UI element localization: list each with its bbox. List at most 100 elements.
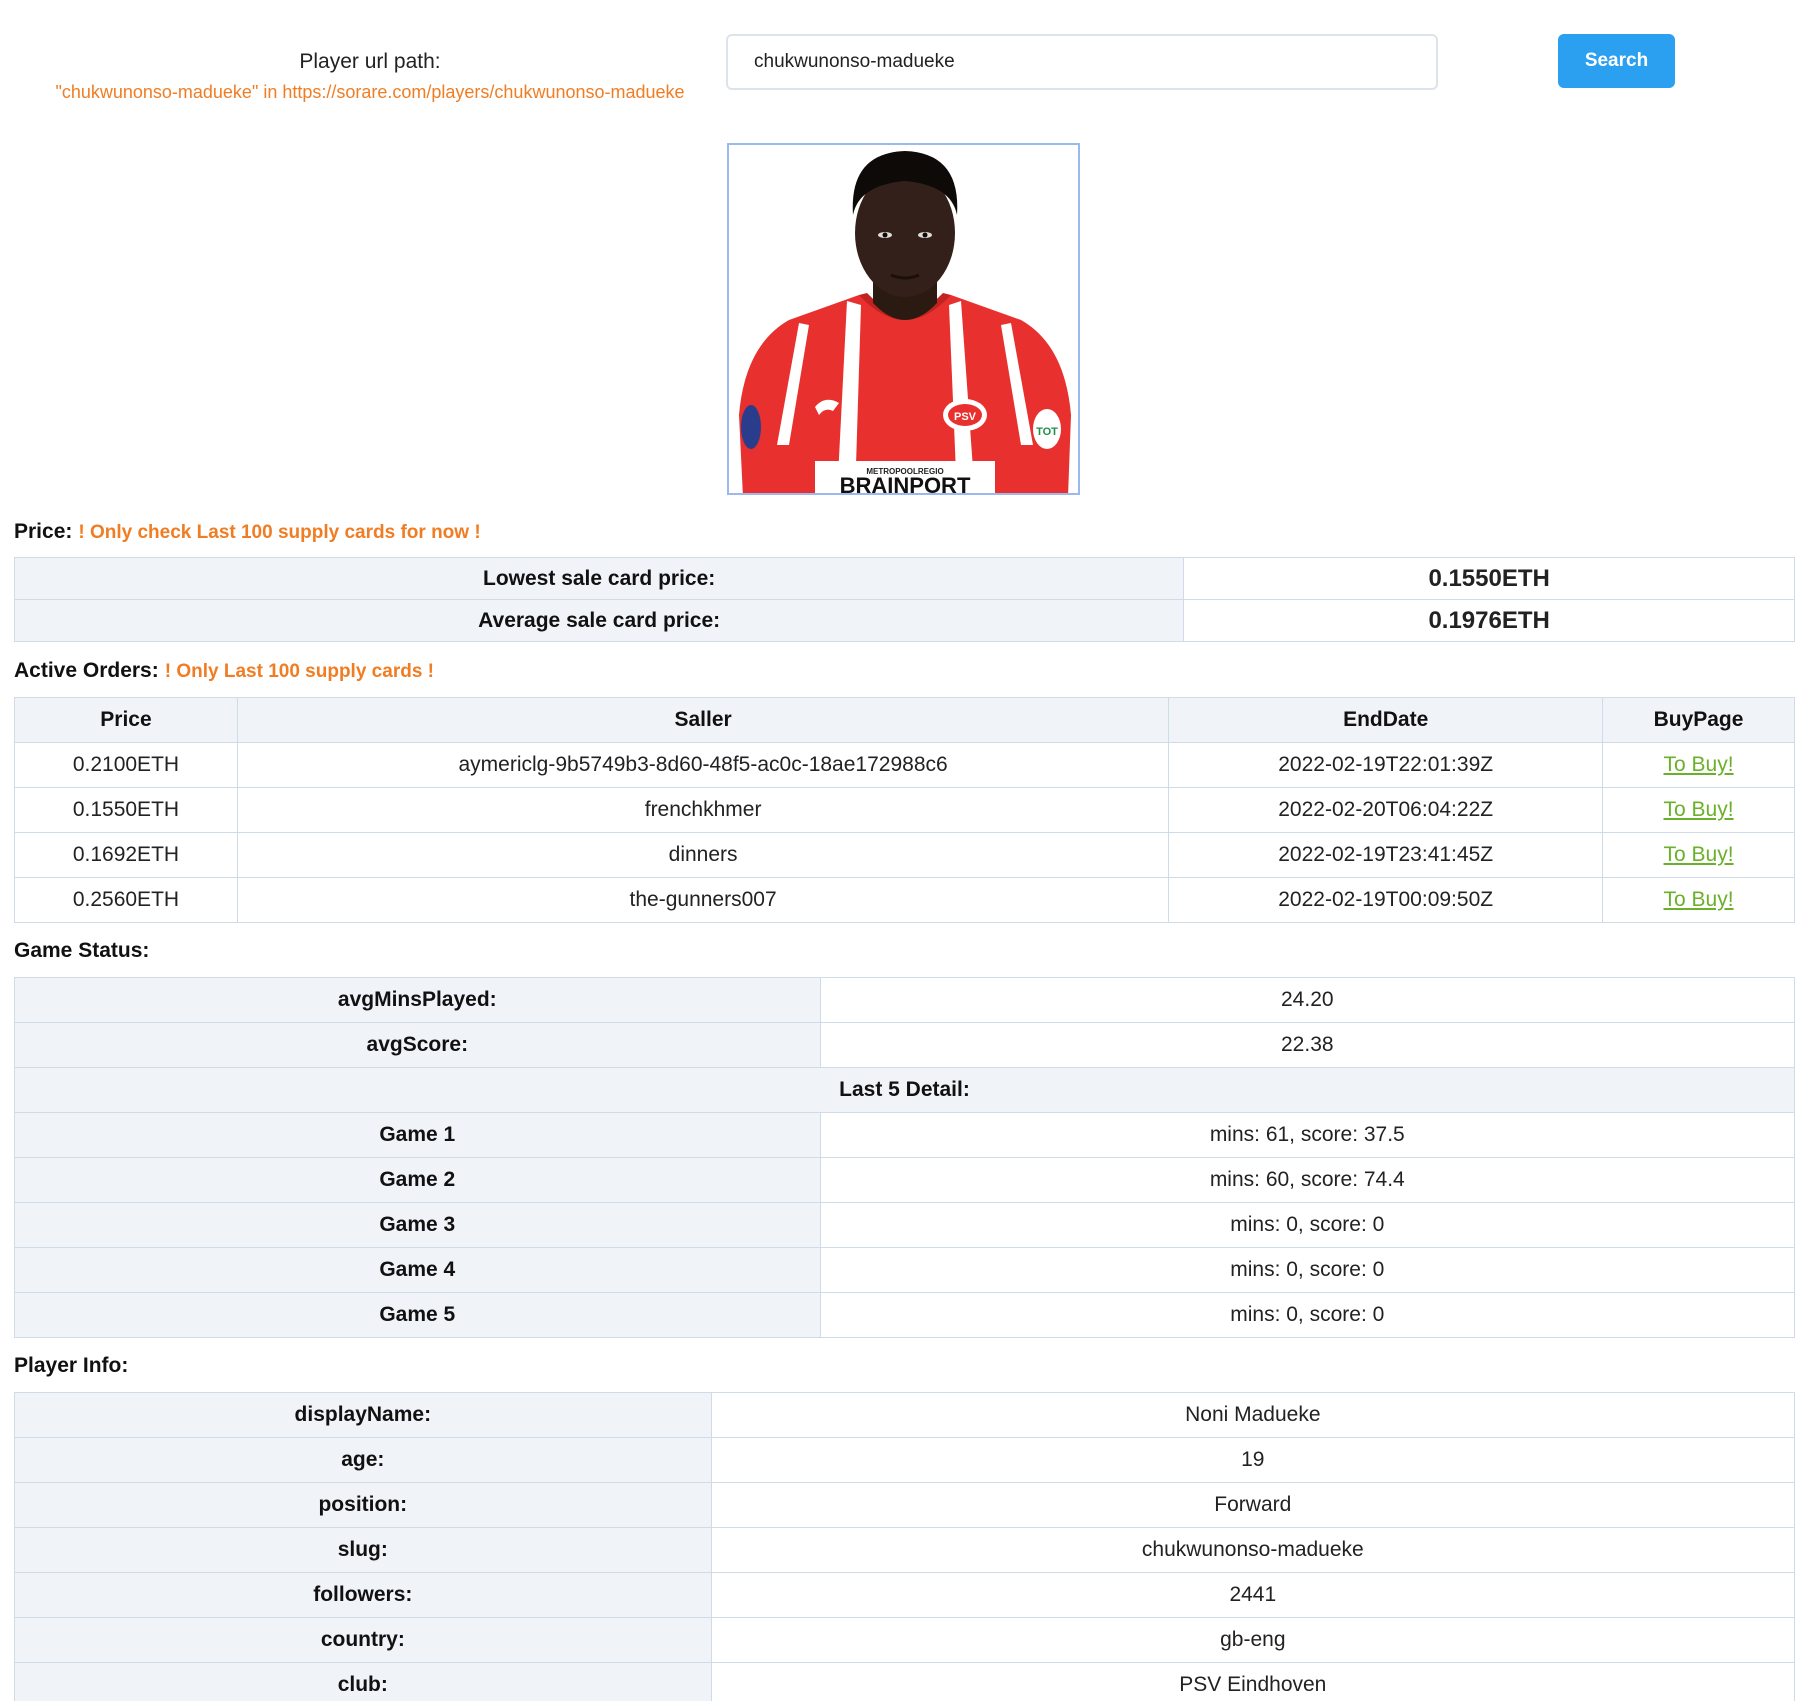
search-button[interactable]: Search [1558,34,1675,88]
orders-section-title: Active Orders:! Only Last 100 supply car… [14,659,434,683]
game-value: mins: 0, score: 0 [819,1247,1796,1293]
price-title: Price: [14,520,73,543]
average-price-label: Average sale card price: [13,599,1185,642]
info-label: followers: [14,1572,712,1618]
info-value: chukwunonso-madueke [710,1527,1796,1573]
orders-table: Price Saller EndDate BuyPage 0.2100ETH a… [14,697,1795,923]
url-path-label: Player url path: [299,50,441,73]
table-row: 0.2560ETH the-gunners007 2022-02-19T00:0… [14,877,1795,923]
col-header-seller: Saller [236,697,1170,743]
game-label: Game 4 [14,1247,821,1293]
table-row: Game 2 mins: 60, score: 74.4 [14,1157,1796,1203]
buy-link[interactable]: To Buy! [1664,753,1734,776]
col-header-buypage: BuyPage [1602,697,1795,743]
order-price: 0.1550ETH [14,787,238,833]
info-value: gb-eng [710,1617,1796,1663]
order-buy-cell: To Buy! [1602,787,1795,833]
info-value: 2441 [710,1572,1796,1618]
avg-mins-value: 24.20 [819,977,1796,1023]
order-seller: aymericlg-9b5749b3-8d60-48f5-ac0c-18ae17… [236,742,1170,788]
sponsor-text: BRAINPORT [840,473,971,495]
info-label: displayName: [14,1392,712,1438]
game-status-table: avgMinsPlayed: 24.20 avgScore: 22.38 Las… [14,977,1796,1338]
info-label: country: [14,1617,712,1663]
table-row: 0.2100ETH aymericlg-9b5749b3-8d60-48f5-a… [14,742,1795,788]
club-badge-text: PSV [954,411,977,423]
table-row: 0.1550ETH frenchkhmer 2022-02-20T06:04:2… [14,787,1795,833]
game-value: mins: 61, score: 37.5 [819,1112,1796,1158]
buy-link[interactable]: To Buy! [1664,843,1734,866]
lowest-price-label: Lowest sale card price: [13,557,1185,600]
last5-header-row: Last 5 Detail: [14,1067,1795,1113]
table-row: slug: chukwunonso-madueke [14,1527,1796,1573]
buy-link[interactable]: To Buy! [1664,798,1734,821]
buy-link[interactable]: To Buy! [1664,888,1734,911]
orders-title: Active Orders: [14,659,159,682]
info-value: Noni Madueke [710,1392,1796,1438]
game-value: mins: 0, score: 0 [819,1292,1796,1338]
player-portrait-image: PSV METROPOOLREGIO BRAINPORT TOT [729,145,1078,495]
order-seller: dinners [236,832,1170,878]
table-row: country: gb-eng [14,1617,1796,1663]
sleeve-patch-text: TOT [1036,426,1058,438]
price-row-average: Average sale card price: 0.1976ETH [13,599,1795,642]
game-status-title: Game Status: [14,939,150,962]
order-seller: frenchkhmer [236,787,1170,833]
order-price: 0.1692ETH [14,832,238,878]
avg-mins-label: avgMinsPlayed: [14,977,821,1023]
table-row: 0.1692ETH dinners 2022-02-19T23:41:45Z T… [14,832,1795,878]
order-end-date: 2022-02-19T00:09:50Z [1168,877,1604,923]
info-label: position: [14,1482,712,1528]
info-value: PSV Eindhoven [710,1662,1796,1701]
last5-label: Last 5 Detail: [14,1067,1795,1113]
order-end-date: 2022-02-19T22:01:39Z [1168,742,1604,788]
col-header-price: Price [14,697,238,743]
price-row-lowest: Lowest sale card price: 0.1550ETH [13,557,1795,600]
table-row: Game 3 mins: 0, score: 0 [14,1202,1796,1248]
player-slug-input[interactable] [726,34,1438,90]
avg-score-row: avgScore: 22.38 [14,1022,1796,1068]
game-value: mins: 0, score: 0 [819,1202,1796,1248]
game-label: Game 2 [14,1157,821,1203]
order-buy-cell: To Buy! [1602,742,1795,788]
order-end-date: 2022-02-20T06:04:22Z [1168,787,1604,833]
info-label: slug: [14,1527,712,1573]
order-end-date: 2022-02-19T23:41:45Z [1168,832,1604,878]
table-row: position: Forward [14,1482,1796,1528]
table-row: followers: 2441 [14,1572,1796,1618]
url-path-hint: "chukwunonso-madueke" in https://sorare.… [55,82,685,102]
order-price: 0.2100ETH [14,742,238,788]
avg-mins-row: avgMinsPlayed: 24.20 [14,977,1796,1023]
lowest-price-value: 0.1550ETH [1183,557,1795,600]
player-info-title: Player Info: [14,1354,129,1377]
table-row: Game 5 mins: 0, score: 0 [14,1292,1796,1338]
order-price: 0.2560ETH [14,877,238,923]
orders-warning: ! Only Last 100 supply cards ! [164,661,434,682]
info-label: age: [14,1437,712,1483]
price-table: Lowest sale card price: 0.1550ETH Averag… [13,557,1795,642]
orders-header-row: Price Saller EndDate BuyPage [14,697,1795,743]
game-label: Game 3 [14,1202,821,1248]
table-row: Game 4 mins: 0, score: 0 [14,1247,1796,1293]
price-section-title: Price:! Only check Last 100 supply cards… [14,520,481,544]
player-info-table: displayName: Noni Madueke age: 19 positi… [14,1392,1796,1701]
game-label: Game 5 [14,1292,821,1338]
table-row: club: PSV Eindhoven [14,1662,1796,1701]
order-seller: the-gunners007 [236,877,1170,923]
game-value: mins: 60, score: 74.4 [819,1157,1796,1203]
table-row: Game 1 mins: 61, score: 37.5 [14,1112,1796,1158]
avg-score-label: avgScore: [14,1022,821,1068]
order-buy-cell: To Buy! [1602,877,1795,923]
table-row: age: 19 [14,1437,1796,1483]
info-value: 19 [710,1437,1796,1483]
average-price-value: 0.1976ETH [1183,599,1795,642]
info-value: Forward [710,1482,1796,1528]
avg-score-value: 22.38 [819,1022,1796,1068]
order-buy-cell: To Buy! [1602,832,1795,878]
price-warning: ! Only check Last 100 supply cards for n… [78,522,481,543]
col-header-enddate: EndDate [1168,697,1604,743]
game-label: Game 1 [14,1112,821,1158]
table-row: displayName: Noni Madueke [14,1392,1796,1438]
player-photo: PSV METROPOOLREGIO BRAINPORT TOT [727,143,1080,495]
info-label: club: [14,1662,712,1701]
